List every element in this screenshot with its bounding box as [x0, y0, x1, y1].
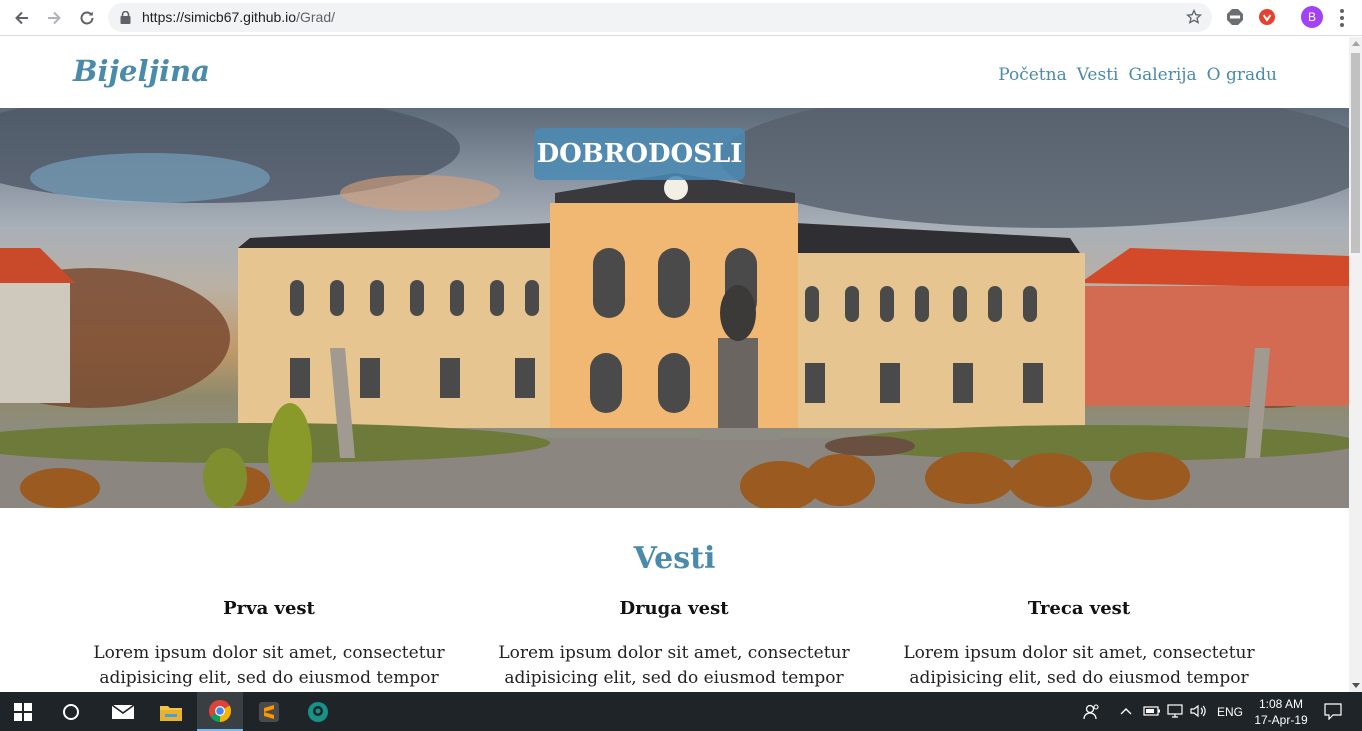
forward-button[interactable] [42, 6, 66, 30]
news-text: Lorem ipsum dolor sit amet, consectetur … [498, 643, 850, 688]
action-center-icon[interactable] [1324, 703, 1342, 720]
network-icon[interactable] [1167, 704, 1185, 718]
site-logo[interactable]: Bijeljina [73, 54, 210, 88]
page-scrollbar[interactable] [1349, 37, 1362, 692]
address-bar[interactable]: https://simicb67.github.io/Grad/ [108, 3, 1212, 32]
news-title[interactable]: Treca vest [899, 598, 1259, 619]
volume-icon[interactable] [1190, 704, 1208, 718]
cortana-button[interactable] [48, 692, 94, 731]
mail-icon [111, 703, 135, 719]
nav-link-vesti[interactable]: Vesti [1077, 65, 1119, 85]
hero-title: DOBRODOSLI [534, 128, 745, 180]
chrome-icon [209, 699, 231, 722]
url-host: https://simicb67.github.io [142, 9, 297, 25]
site-nav: Početna Vesti Galerija O gradu [998, 65, 1277, 85]
chevron-up-icon[interactable] [1120, 707, 1132, 715]
browser-toolbar: https://simicb67.github.io/Grad/ B [0, 0, 1362, 36]
reload-icon [80, 11, 94, 25]
scroll-up-arrow-icon[interactable] [1352, 41, 1360, 46]
clock-time: 1:08 AM [1258, 697, 1304, 711]
cortana-circle-icon [63, 703, 79, 720]
url-text: https://simicb67.github.io/Grad/ [142, 9, 335, 25]
taskbar-gitkraken[interactable] [295, 692, 341, 731]
clock-date: 17-Apr-19 [1254, 713, 1308, 727]
folder-icon [160, 705, 182, 721]
news-title[interactable]: Druga vest [494, 598, 854, 619]
sublime-text-icon [259, 701, 279, 722]
taskbar-clock[interactable]: 1:08 AM 17-Apr-19 [1250, 696, 1312, 728]
taskbar-sublime[interactable] [246, 692, 292, 731]
taskbar-mail[interactable] [100, 692, 146, 731]
back-arrow-icon [15, 11, 28, 25]
reload-button[interactable] [75, 6, 99, 30]
news-title[interactable]: Prva vest [89, 598, 449, 619]
nav-link-pocetna[interactable]: Početna [998, 65, 1066, 85]
windows-taskbar: ENG 1:08 AM 17-Apr-19 [0, 692, 1362, 731]
scroll-down-arrow-icon[interactable] [1352, 683, 1360, 688]
battery-icon[interactable] [1143, 705, 1161, 717]
news-section-title: Vesti [633, 541, 716, 576]
nav-link-o-gradu[interactable]: O gradu [1207, 65, 1277, 85]
gitkraken-icon [308, 701, 328, 722]
nav-link-galerija[interactable]: Galerija [1128, 65, 1196, 85]
page-viewport: Bijeljina Početna Vesti Galerija O gradu [0, 37, 1349, 692]
people-icon[interactable] [1083, 704, 1101, 720]
input-language[interactable]: ENG [1217, 705, 1243, 719]
start-button[interactable] [0, 692, 46, 731]
hero-banner: DOBRODOSLI [0, 108, 1349, 508]
news-text: Lorem ipsum dolor sit amet, consectetur … [903, 643, 1255, 688]
taskbar-chrome[interactable] [197, 692, 243, 731]
extension-shield-icon[interactable] [1257, 7, 1277, 27]
lock-icon [120, 11, 131, 24]
taskbar-file-explorer[interactable] [148, 692, 194, 731]
extension-adblock-icon[interactable] [1225, 7, 1245, 27]
windows-logo-icon [14, 702, 32, 721]
news-card: Prva vest Lorem ipsum dolor sit amet, co… [89, 598, 449, 691]
browser-menu-icon[interactable] [1340, 9, 1344, 27]
profile-avatar[interactable]: B [1301, 6, 1323, 28]
forward-arrow-icon [48, 11, 61, 25]
bookmark-star-icon[interactable] [1186, 9, 1202, 25]
news-card: Druga vest Lorem ipsum dolor sit amet, c… [494, 598, 854, 691]
url-path: /Grad/ [296, 9, 335, 25]
scroll-thumb[interactable] [1351, 53, 1360, 253]
news-card: Treca vest Lorem ipsum dolor sit amet, c… [899, 598, 1259, 691]
site-header: Bijeljina Početna Vesti Galerija O gradu [0, 37, 1349, 108]
back-button[interactable] [10, 6, 34, 30]
news-text: Lorem ipsum dolor sit amet, consectetur … [93, 643, 445, 688]
